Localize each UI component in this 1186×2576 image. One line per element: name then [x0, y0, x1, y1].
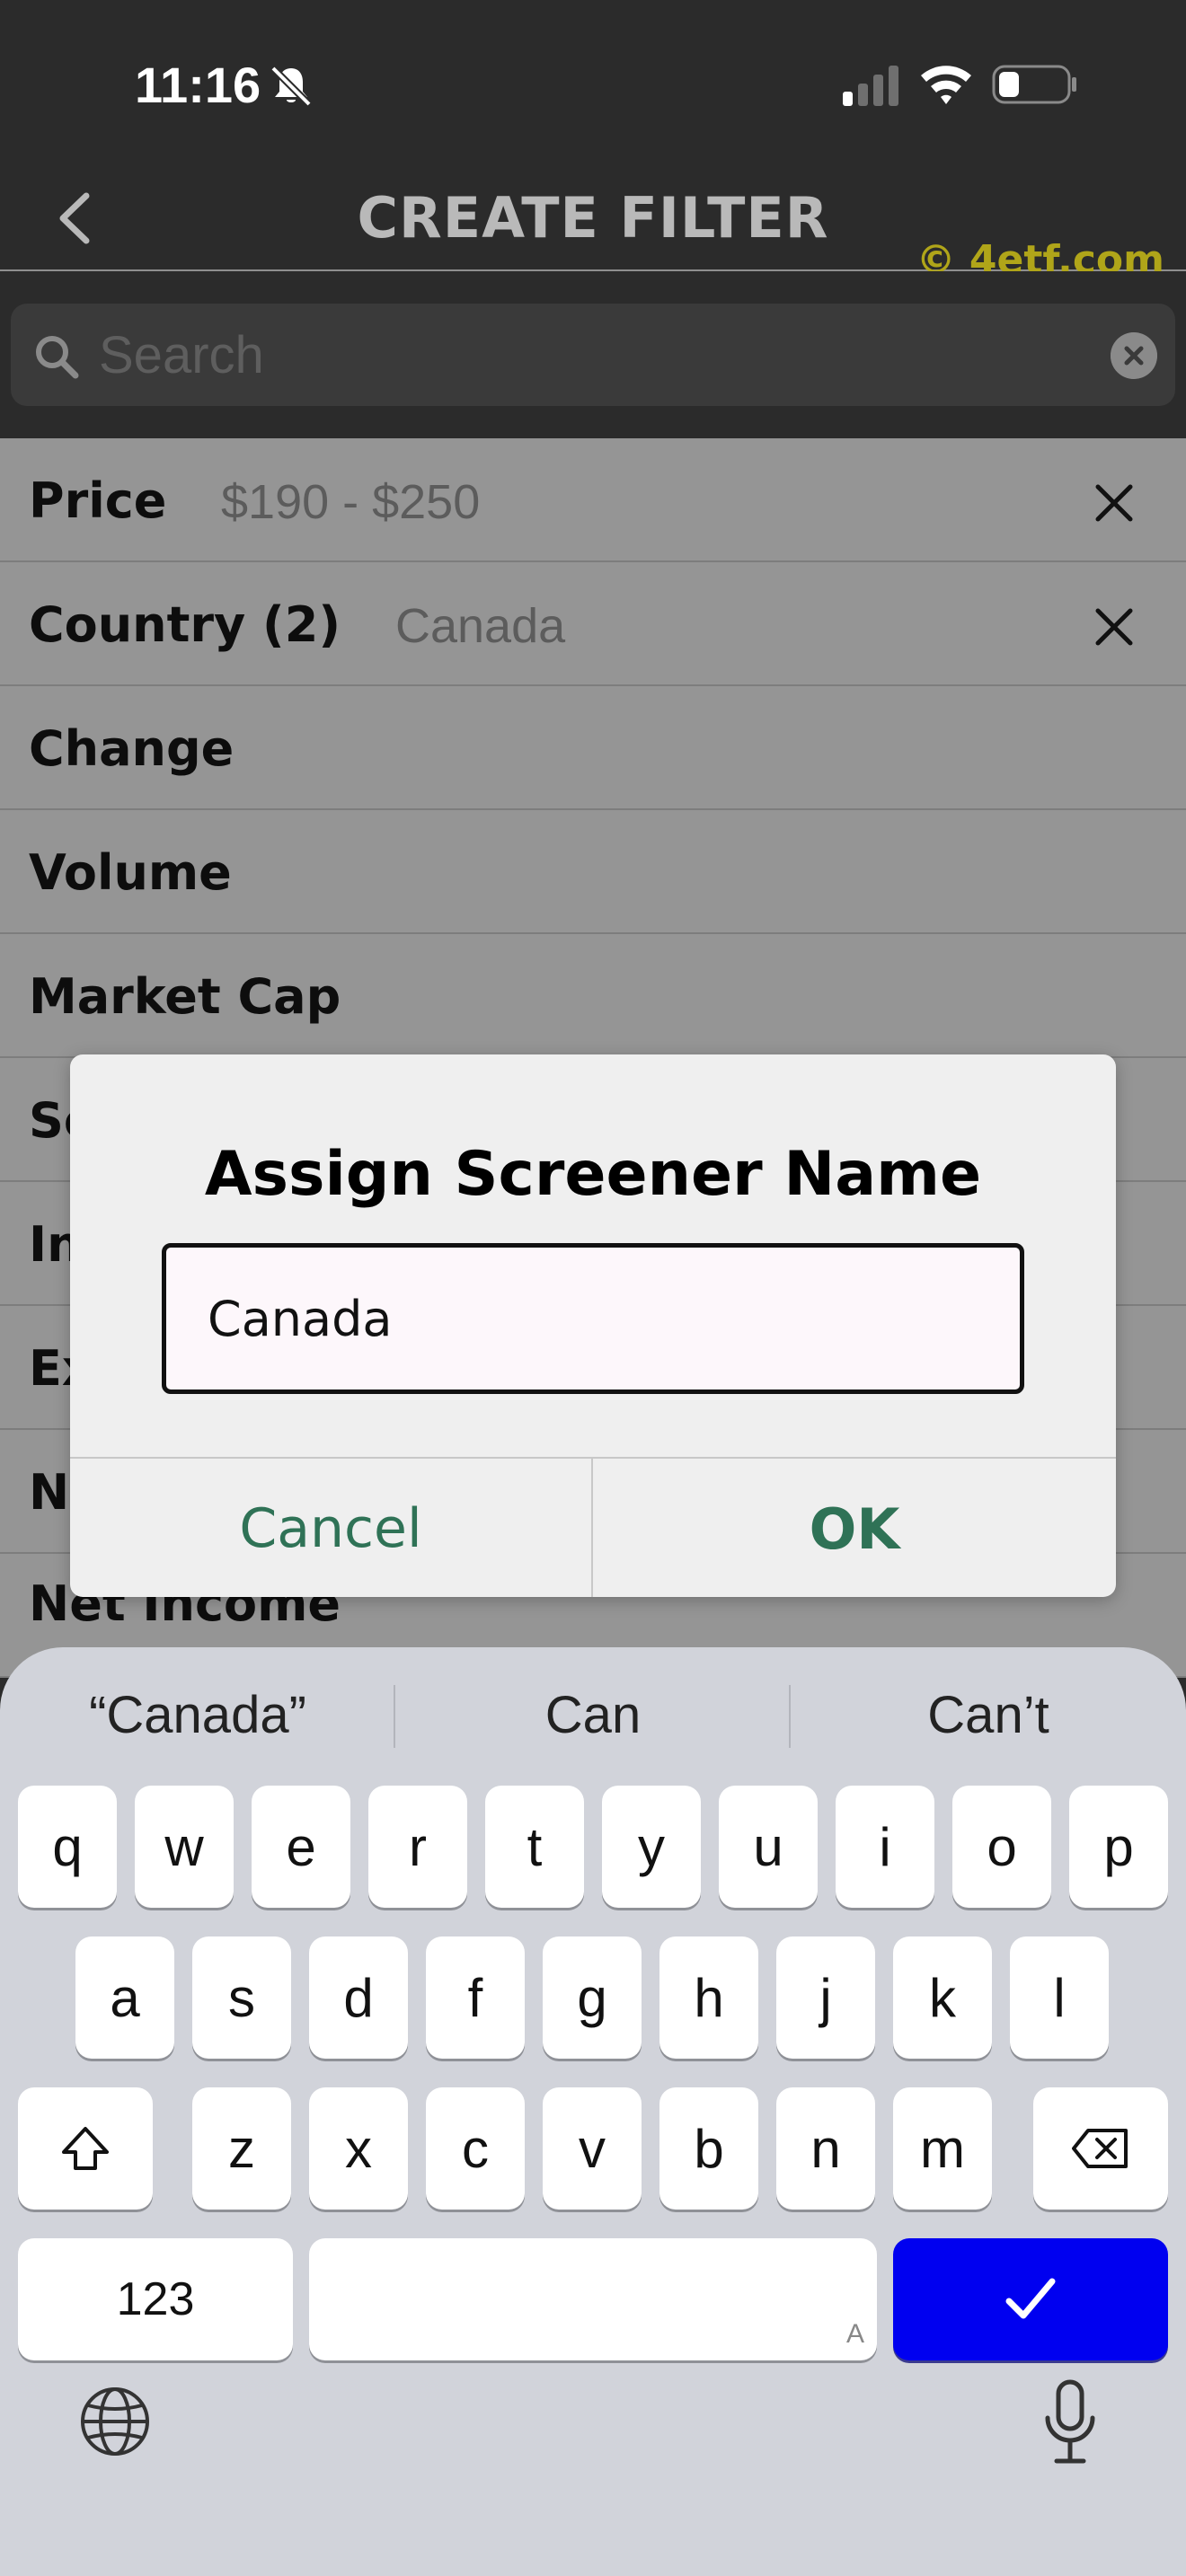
- dialog-title: Assign Screener Name: [204, 1139, 982, 1210]
- suggestion-bar: “Canada” Can Can’t: [0, 1647, 1186, 1782]
- filter-value: Canada: [395, 599, 566, 653]
- filter-row-volume[interactable]: Volume: [0, 810, 1186, 934]
- key-a[interactable]: a: [75, 1936, 174, 2059]
- status-bar: 11:16: [0, 0, 1186, 162]
- key-v[interactable]: v: [543, 2087, 642, 2210]
- delete-key[interactable]: [1033, 2087, 1168, 2210]
- search-area: [0, 271, 1186, 438]
- key-j[interactable]: j: [776, 1936, 875, 2059]
- done-key[interactable]: [893, 2238, 1168, 2360]
- globe-icon[interactable]: [77, 2384, 153, 2459]
- key-k[interactable]: k: [893, 1936, 992, 2059]
- battery-icon: [992, 65, 1076, 104]
- status-time: 11:16: [135, 57, 261, 113]
- ok-button[interactable]: OK: [593, 1459, 1116, 1597]
- key-w[interactable]: w: [135, 1786, 234, 1908]
- key-g[interactable]: g: [543, 1936, 642, 2059]
- filter-label: Volume: [29, 844, 232, 901]
- key-s[interactable]: s: [192, 1936, 291, 2059]
- key-i[interactable]: i: [836, 1786, 934, 1908]
- key-q[interactable]: q: [18, 1786, 117, 1908]
- cancel-button[interactable]: Cancel: [70, 1459, 593, 1597]
- shift-key[interactable]: [18, 2087, 153, 2210]
- checkmark-icon: [1005, 2278, 1056, 2319]
- clear-circle-icon[interactable]: [1111, 332, 1157, 379]
- key-c[interactable]: c: [426, 2087, 525, 2210]
- filter-label: Market Cap: [29, 968, 341, 1025]
- suggestion-item[interactable]: “Canada”: [0, 1674, 395, 1755]
- key-d[interactable]: d: [309, 1936, 408, 2059]
- backspace-icon: [1072, 2129, 1128, 2168]
- filter-label: Country (2): [29, 596, 341, 653]
- screener-name-input[interactable]: [162, 1243, 1024, 1394]
- nav-bar: CREATE FILTER © 4etf.com: [0, 162, 1186, 283]
- close-icon[interactable]: [1089, 602, 1139, 652]
- key-z[interactable]: z: [192, 2087, 291, 2210]
- dialog-button-bar: Cancel OK: [70, 1457, 1116, 1597]
- suggestion-item[interactable]: Can’t: [791, 1674, 1186, 1755]
- key-e[interactable]: e: [252, 1786, 350, 1908]
- filter-row-market-cap[interactable]: Market Cap: [0, 934, 1186, 1058]
- numbers-key[interactable]: 123: [18, 2238, 293, 2360]
- key-f[interactable]: f: [426, 1936, 525, 2059]
- filter-label: Change: [29, 720, 235, 777]
- silent-mode-icon: [270, 66, 312, 107]
- key-y[interactable]: y: [602, 1786, 701, 1908]
- wifi-icon: [921, 66, 971, 104]
- search-input[interactable]: [97, 320, 1067, 390]
- key-u[interactable]: u: [719, 1786, 818, 1908]
- assign-name-dialog: Assign Screener Name Cancel OK: [70, 1054, 1116, 1597]
- filter-row-country[interactable]: Country (2) Canada: [0, 562, 1186, 686]
- key-m[interactable]: m: [893, 2087, 992, 2210]
- key-l[interactable]: l: [1010, 1936, 1109, 2059]
- search-bar[interactable]: [11, 304, 1175, 406]
- close-icon[interactable]: [1089, 478, 1139, 528]
- suggestion-item[interactable]: Can: [395, 1674, 791, 1755]
- filter-row-change[interactable]: Change: [0, 686, 1186, 810]
- keyboard: “Canada” Can Can’t q w e r t y u i o p a…: [0, 1647, 1186, 2576]
- search-icon: [36, 336, 79, 379]
- key-p[interactable]: p: [1069, 1786, 1168, 1908]
- space-key[interactable]: A: [309, 2238, 877, 2360]
- key-n[interactable]: n: [776, 2087, 875, 2210]
- filter-row-price[interactable]: Price $190 - $250: [0, 438, 1186, 562]
- shift-icon: [62, 2127, 109, 2170]
- key-b[interactable]: b: [659, 2087, 758, 2210]
- key-x[interactable]: x: [309, 2087, 408, 2210]
- filter-value: $190 - $250: [221, 475, 481, 529]
- key-r[interactable]: r: [368, 1786, 467, 1908]
- filter-label: Price: [29, 472, 167, 529]
- key-t[interactable]: t: [485, 1786, 584, 1908]
- cellular-signal-icon: [843, 66, 898, 106]
- microphone-icon[interactable]: [1040, 2378, 1100, 2468]
- space-hint: A: [845, 2319, 864, 2349]
- key-h[interactable]: h: [659, 1936, 758, 2059]
- key-o[interactable]: o: [952, 1786, 1051, 1908]
